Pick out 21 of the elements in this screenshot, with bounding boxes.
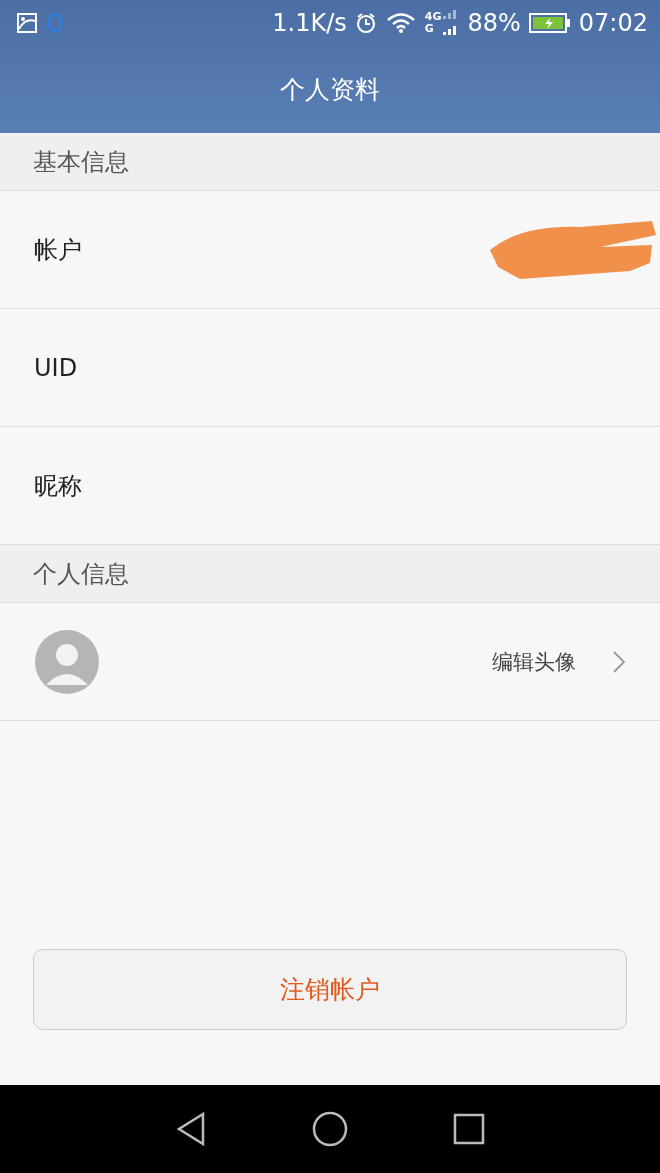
chat-icon (46, 11, 64, 35)
page-title: 个人资料 (280, 74, 380, 106)
recents-icon[interactable] (453, 1113, 485, 1145)
battery-icon (528, 12, 571, 34)
picture-icon (16, 12, 38, 34)
alarm-icon (354, 12, 377, 34)
section-header: 个人信息 (0, 545, 660, 603)
row-label: UID (34, 353, 78, 382)
row-label: 昵称 (34, 470, 82, 502)
chevron-right-icon (612, 649, 626, 674)
network-speed: 1.1K/s (272, 9, 347, 37)
clock: 07:02 (578, 9, 648, 37)
battery-percent: 88% (467, 9, 521, 37)
home-icon[interactable] (312, 1111, 348, 1147)
network-type: G (424, 23, 435, 35)
back-icon[interactable] (175, 1111, 207, 1147)
network-type: 4G (424, 11, 442, 23)
row-label: 帐户 (34, 234, 82, 266)
section-header: 基本信息 (0, 133, 660, 191)
edit-avatar-link[interactable]: 编辑头像 (492, 647, 626, 676)
avatar-icon (34, 628, 100, 695)
